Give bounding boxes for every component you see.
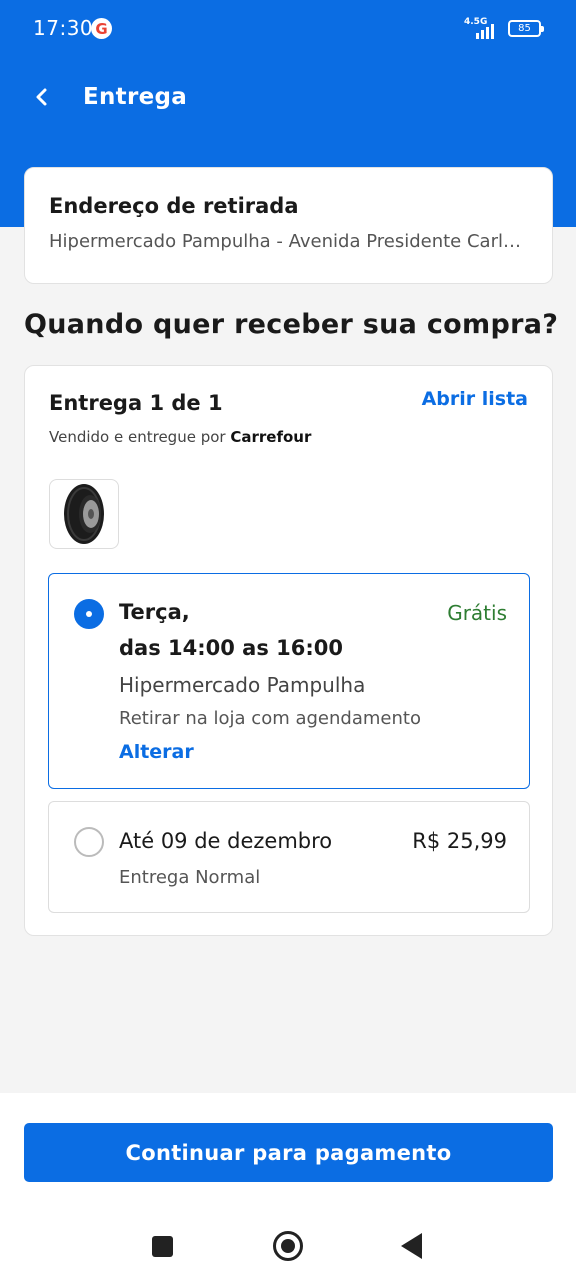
open-list-link[interactable]: Abrir lista bbox=[422, 388, 528, 410]
back-button[interactable] bbox=[28, 82, 58, 112]
seller-prefix: Vendido e entregue por bbox=[49, 428, 226, 446]
battery-level: 85 bbox=[518, 23, 531, 34]
status-bar: 17:30 G 4.5G 85 bbox=[0, 0, 576, 58]
back-triangle-icon[interactable] bbox=[401, 1233, 422, 1259]
option-method: Retirar na loja com agendamento bbox=[119, 708, 421, 729]
home-icon[interactable] bbox=[273, 1231, 303, 1261]
option-price-free: Grátis bbox=[447, 601, 507, 625]
tire-icon bbox=[64, 484, 104, 544]
delivery-option-pickup[interactable]: Terça, das 14:00 as 16:00 Hipermercado P… bbox=[48, 573, 530, 789]
option-method: Entrega Normal bbox=[119, 867, 261, 888]
battery-icon: 85 bbox=[508, 20, 544, 37]
shipment-card: Entrega 1 de 1 Abrir lista Vendido e ent… bbox=[24, 365, 553, 936]
delivery-option-normal[interactable]: Até 09 de dezembro Entrega Normal R$ 25,… bbox=[48, 801, 530, 913]
option-store: Hipermercado Pampulha bbox=[119, 673, 366, 697]
change-schedule-link[interactable]: Alterar bbox=[119, 741, 194, 763]
option-price: R$ 25,99 bbox=[412, 829, 507, 853]
recent-apps-icon[interactable] bbox=[152, 1236, 173, 1257]
radio-unselected[interactable] bbox=[74, 827, 104, 857]
pickup-address-title: Endereço de retirada bbox=[49, 194, 299, 218]
continue-to-payment-button[interactable]: Continuar para pagamento bbox=[24, 1123, 553, 1182]
seller-info: Vendido e entregue por Carrefour bbox=[49, 428, 311, 446]
page-title: Entrega bbox=[83, 84, 188, 110]
option-day: Terça, bbox=[119, 600, 190, 624]
product-thumbnail[interactable] bbox=[49, 479, 119, 549]
delivery-question: Quando quer receber sua compra? bbox=[24, 309, 559, 340]
shipment-title: Entrega 1 de 1 bbox=[49, 391, 223, 415]
pickup-address-text: Hipermercado Pampulha - Avenida Presiden… bbox=[49, 231, 529, 252]
app-bar: Entrega bbox=[0, 70, 576, 126]
option-time-window: das 14:00 as 16:00 bbox=[119, 636, 343, 660]
option-day: Até 09 de dezembro bbox=[119, 829, 333, 853]
chevron-left-icon bbox=[36, 88, 47, 106]
footer: Continuar para pagamento bbox=[0, 1093, 576, 1209]
radio-selected[interactable] bbox=[74, 599, 104, 629]
signal-icon bbox=[476, 21, 494, 39]
google-icon: G bbox=[91, 18, 112, 39]
status-time: 17:30 bbox=[33, 16, 94, 40]
seller-name: Carrefour bbox=[230, 428, 312, 446]
pickup-address-card: Endereço de retirada Hipermercado Pampul… bbox=[24, 167, 553, 284]
system-nav-bar bbox=[0, 1209, 576, 1280]
